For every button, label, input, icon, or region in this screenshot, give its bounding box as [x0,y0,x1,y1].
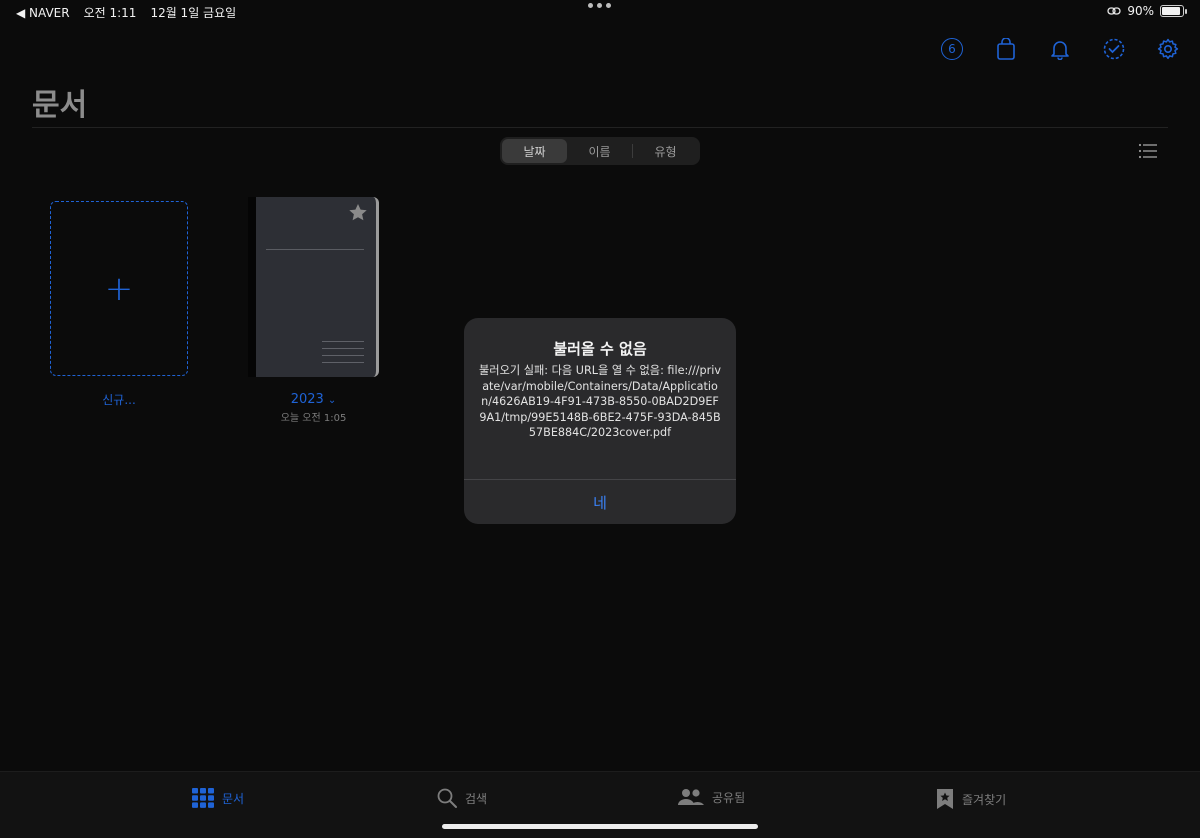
multitasking-dots[interactable] [588,3,611,8]
chevron-down-icon: ⌄ [327,395,337,406]
document-title-text: 2023 [290,392,324,407]
select-button[interactable] [1102,36,1126,62]
tab-shared[interactable]: 공유됨 [678,788,745,806]
tab-favorites-label: 즐겨찾기 [962,792,1007,807]
tab-search-label: 검색 [465,791,488,806]
bell-icon [1051,41,1069,60]
back-to-app-button[interactable]: ◀ NAVER [16,6,70,20]
alert-title: 불러올 수 없음 [553,340,647,358]
status-bar: ◀ NAVER 오전 1:11 12월 1일 금요일 90% [0,0,1200,24]
status-date: 12월 1일 금요일 [150,6,237,20]
title-divider [32,127,1168,128]
sort-segmented-control: 날짜 이름 유형 [500,137,700,165]
sort-option-date[interactable]: 날짜 [502,139,567,163]
battery-percent: 90% [1127,4,1154,18]
people-icon [678,789,704,805]
battery-icon [1160,5,1187,17]
notebook-title-line [266,249,364,250]
battery-fill [1162,7,1180,15]
search-icon [437,788,457,808]
badge-count-icon: 6 [941,38,963,60]
status-right: 90% [1107,4,1187,18]
tab-documents[interactable]: 문서 [192,788,244,808]
shopping-bag-icon [997,38,1015,60]
notebook-cover[interactable] [248,197,379,377]
link-icon [1107,7,1121,15]
top-toolbar: 6 [940,36,1180,62]
tab-shared-label: 공유됨 [712,790,746,805]
plus-icon: + [104,268,134,309]
alert-dialog: 불러올 수 없음 불러오기 실패: 다음 URL을 열 수 없음: file:/… [464,318,736,524]
page-title: 문서 [32,88,88,123]
gear-icon [1157,38,1179,60]
status-left: ◀ NAVER 오전 1:11 12월 1일 금요일 [16,4,236,21]
check-circle-icon [1103,38,1125,60]
grid-icon [192,788,214,808]
new-document-label[interactable]: 신규... [50,391,188,408]
back-app-label: ◀ NAVER [16,5,70,20]
notifications-button[interactable] [1048,36,1072,62]
store-button[interactable] [994,36,1018,62]
star-icon [349,204,367,221]
bookmark-star-icon [937,789,953,809]
document-title[interactable]: 2023 ⌄ [248,392,379,407]
tab-search[interactable]: 검색 [437,788,487,808]
new-document-button[interactable]: + [50,201,188,376]
document-date: 오늘 오전 1:05 [280,413,347,424]
alert-ok-button[interactable]: 네 [464,480,736,524]
status-time: 오전 1:11 [83,6,137,20]
settings-button[interactable] [1156,36,1180,62]
list-icon [1138,143,1157,159]
notebook-spine [248,197,256,377]
badge-count-button[interactable]: 6 [940,36,964,62]
home-indicator[interactable] [442,824,758,829]
alert-message: 불러오기 실패: 다음 URL을 열 수 없음: file:///private… [479,364,721,439]
tab-documents-label: 문서 [222,791,245,806]
list-view-button[interactable] [1138,143,1158,159]
sort-option-type[interactable]: 유형 [633,139,698,163]
notebook-lines-decoration [322,335,364,363]
favorite-star-button[interactable] [348,203,368,226]
sort-option-name[interactable]: 이름 [567,139,632,163]
tab-favorites[interactable]: 즐겨찾기 [936,788,1006,810]
